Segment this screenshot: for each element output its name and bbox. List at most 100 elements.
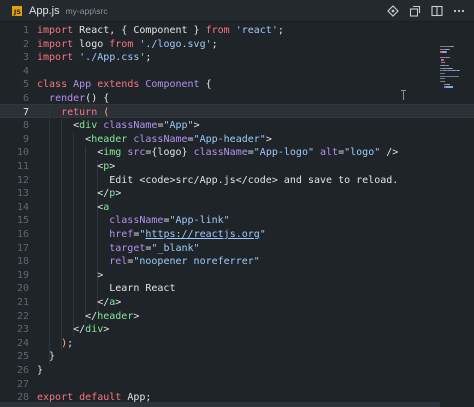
line-number: 22 bbox=[16, 310, 29, 322]
code-line[interactable]: 27 bbox=[0, 378, 474, 392]
code-token: > and save to reload. bbox=[271, 174, 399, 186]
code-token: className bbox=[103, 120, 158, 132]
code-token: './logo.svg' bbox=[139, 38, 212, 50]
code-token: Edit < bbox=[37, 174, 146, 186]
code-token: > bbox=[115, 297, 122, 308]
code-token: className bbox=[193, 147, 248, 159]
code-token: "App-link" bbox=[169, 215, 230, 227]
line-number: 27 bbox=[16, 378, 29, 390]
line-number: 5 bbox=[22, 79, 29, 91]
code-token: > bbox=[193, 120, 200, 132]
code-token: < bbox=[37, 120, 80, 132]
code-text: import React, { Component } from 'react'… bbox=[37, 24, 284, 38]
code-line[interactable]: 10 <img src={logo} className="App-logo" … bbox=[0, 146, 474, 160]
code-token: "App-logo" bbox=[253, 147, 321, 159]
code-line[interactable]: 21 </a> bbox=[0, 296, 474, 310]
code-token: import bbox=[37, 25, 80, 36]
code-token: "_blank" bbox=[151, 242, 200, 254]
minimap-row bbox=[440, 72, 468, 75]
code-line[interactable]: 22 </header> bbox=[0, 310, 474, 324]
code-line[interactable]: 15 className="App-link" bbox=[0, 214, 474, 228]
more-actions-icon[interactable] bbox=[448, 2, 470, 20]
minimap-row bbox=[440, 46, 468, 48]
line-number: 11 bbox=[16, 161, 29, 172]
code-line[interactable]: 2 import logo from './logo.svg'; bbox=[0, 38, 474, 52]
code-token: target bbox=[109, 242, 146, 254]
code-token: alt bbox=[320, 147, 339, 159]
code-token: ; bbox=[211, 38, 218, 50]
minimap-row bbox=[440, 51, 468, 53]
split-editor-icon[interactable] bbox=[404, 2, 426, 20]
line-number: 12 bbox=[16, 174, 29, 186]
code-text: return ( bbox=[37, 106, 109, 120]
code-line[interactable]: 9 <header className="App-header"> bbox=[0, 133, 474, 147]
code-editor[interactable]: 1 import React, { Component } from 'react… bbox=[0, 22, 474, 407]
git-branch-icon[interactable] bbox=[382, 2, 404, 20]
tab-title[interactable]: App.js bbox=[29, 5, 60, 17]
code-text: rel="noopener noreferrer" bbox=[37, 255, 260, 269]
code-token: div bbox=[79, 120, 104, 132]
code-text: target="_blank" bbox=[37, 242, 200, 256]
tab-bar: JS App.js my-app\src bbox=[0, 0, 474, 22]
line-number: 15 bbox=[16, 215, 29, 227]
code-text: import './App.css'; bbox=[37, 51, 151, 65]
code-text: <div className="App"> bbox=[37, 119, 200, 133]
code-line[interactable]: 16 href="https://reactjs.org" bbox=[0, 228, 474, 242]
line-number: 2 bbox=[22, 38, 29, 50]
code-line[interactable]: 17 target="_blank" bbox=[0, 242, 474, 256]
code-line[interactable]: 1 import React, { Component } from 'react… bbox=[0, 24, 474, 38]
code-token: { bbox=[205, 79, 212, 91]
code-token: './App.css' bbox=[79, 52, 146, 64]
code-line[interactable]: 11 <p> bbox=[0, 160, 474, 174]
code-line[interactable]: 20 Learn React bbox=[0, 282, 474, 296]
code-line[interactable]: 13 </p> bbox=[0, 187, 474, 201]
code-line[interactable]: 4 bbox=[0, 65, 474, 79]
code-text: </div> bbox=[37, 323, 109, 337]
code-line[interactable]: 3 import './App.css'; bbox=[0, 51, 474, 65]
code-line[interactable]: 23 </div> bbox=[0, 323, 474, 337]
code-token: ; bbox=[145, 52, 152, 64]
code-token: class bbox=[37, 79, 74, 91]
scrollbar-thumb[interactable] bbox=[0, 402, 440, 407]
code-line[interactable]: 18 rel="noopener noreferrer" bbox=[0, 255, 474, 269]
horizontal-scrollbar[interactable] bbox=[0, 400, 474, 407]
code-token: div bbox=[85, 324, 104, 336]
code-line[interactable]: 7 return ( bbox=[0, 106, 474, 120]
code-token: code bbox=[145, 174, 170, 186]
code-line[interactable]: 19 > bbox=[0, 269, 474, 283]
line-number: 14 bbox=[16, 201, 29, 213]
code-token: return bbox=[61, 106, 104, 118]
code-token: import bbox=[37, 38, 80, 50]
code-text: </a> bbox=[37, 296, 121, 310]
line-number: 7 bbox=[22, 106, 29, 118]
code-line[interactable]: 14 <a bbox=[0, 201, 474, 215]
open-changes-icon[interactable] bbox=[426, 2, 448, 20]
line-number: 10 bbox=[16, 147, 29, 159]
code-token: " bbox=[259, 229, 266, 240]
code-line[interactable]: 26} bbox=[0, 364, 474, 378]
code-text: Learn React bbox=[37, 282, 175, 296]
code-token: from bbox=[205, 25, 236, 36]
minimap-row bbox=[440, 48, 468, 50]
minimap-row bbox=[440, 67, 468, 69]
code-line[interactable]: 24 ); bbox=[0, 337, 474, 351]
code-line[interactable]: 25 } bbox=[0, 350, 474, 364]
line-number: 25 bbox=[16, 351, 29, 363]
line-number: 23 bbox=[16, 324, 29, 336]
minimap[interactable] bbox=[440, 46, 468, 90]
code-token: 'react' bbox=[235, 25, 278, 36]
code-line[interactable]: 8 <div className="App"> bbox=[0, 119, 474, 133]
code-token: "noopener noreferrer" bbox=[133, 256, 260, 268]
code-line[interactable]: 12 Edit <code>src/App.js</code> and save… bbox=[0, 174, 474, 188]
code-token: () { bbox=[85, 93, 110, 104]
code-text: <img src={logo} className="App-logo" alt… bbox=[37, 146, 398, 160]
line-number: 1 bbox=[22, 25, 29, 36]
line-number: 8 bbox=[22, 120, 29, 132]
code-token: ( bbox=[103, 106, 110, 118]
code-token: < bbox=[37, 161, 104, 172]
code-token: "App" bbox=[163, 120, 194, 132]
code-token: } bbox=[37, 365, 44, 376]
code-text: class App extends Component { bbox=[37, 78, 212, 92]
code-token: className bbox=[109, 215, 164, 227]
